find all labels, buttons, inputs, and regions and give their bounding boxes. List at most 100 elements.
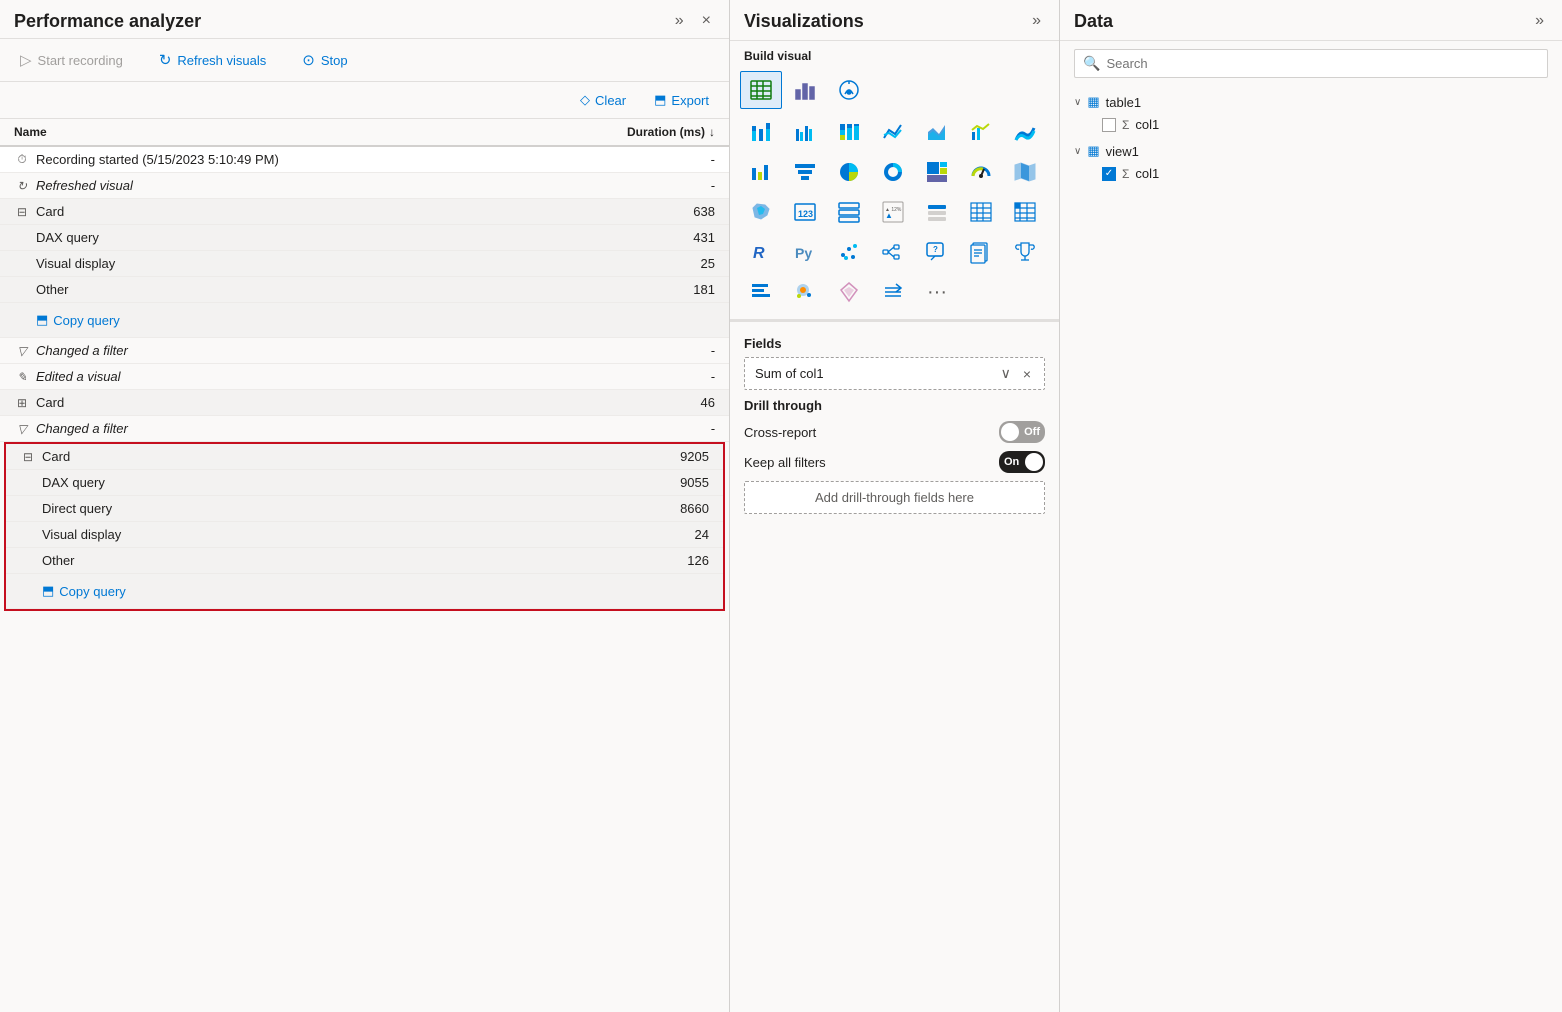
table2-viz-button[interactable] [960, 193, 1002, 231]
close-panel-button[interactable]: × [698, 10, 715, 32]
sigma-icon-2: Σ [1122, 167, 1129, 181]
kpi-viz-button[interactable]: ▲ 12%▲ [872, 193, 914, 231]
more-viz-button[interactable]: ··· [916, 273, 958, 311]
data-panel: Data » 🔍 ∨ ▦ table1 Σ col1 ∨ ▦ view1 [1060, 0, 1562, 1012]
field-icons: ∨ × [998, 364, 1034, 383]
filter-icon-2: ▽ [14, 422, 30, 436]
row-duration: - [575, 421, 715, 436]
table-row: ▽ Changed a filter - [0, 338, 729, 364]
area-chart-viz-button[interactable] [916, 113, 958, 151]
export-button[interactable]: ⬒ Export [648, 88, 715, 112]
viz-type-row-selected [730, 67, 1059, 109]
table1-header[interactable]: ∨ ▦ table1 [1074, 90, 1548, 114]
multirow-card-viz-button[interactable] [828, 193, 870, 231]
clustered-bar-viz-button[interactable] [784, 113, 826, 151]
toggle-knob [1001, 423, 1019, 441]
decomp-tree-viz-button[interactable] [872, 233, 914, 271]
stop-button[interactable]: ⊙ Stop [296, 47, 353, 73]
toolbar-row: ▷ Start recording ↻ Refresh visuals ⊙ St… [0, 39, 729, 82]
copy-query-button-1[interactable]: ⬒ Copy query [36, 308, 120, 332]
azure-map-viz-button[interactable] [784, 273, 826, 311]
row-name: ⬒ Copy query [36, 308, 575, 332]
table-row: ↻ Refreshed visual - [0, 173, 729, 199]
view1-group: ∨ ▦ view1 Σ col1 [1074, 139, 1548, 184]
search-input[interactable] [1106, 56, 1539, 71]
field-remove-button[interactable]: × [1020, 365, 1034, 383]
col-duration-header: Duration (ms) ↓ [575, 125, 715, 139]
search-box[interactable]: 🔍 [1074, 49, 1548, 78]
table-row: ⊟ Card 638 [0, 199, 729, 225]
bar-chart-viz-button[interactable] [784, 71, 826, 109]
matrix-viz-button[interactable] [1004, 193, 1046, 231]
row-name: Other [36, 282, 575, 297]
minus-icon-2: ⊟ [20, 450, 36, 464]
line-chart-viz-button[interactable] [872, 113, 914, 151]
view1-header[interactable]: ∨ ▦ view1 [1074, 139, 1548, 163]
treemap-viz-button[interactable] [916, 153, 958, 191]
100pct-bar-viz-button[interactable] [828, 113, 870, 151]
expand-panel-button[interactable]: » [671, 10, 688, 32]
table1-col1-checkbox[interactable] [1102, 118, 1116, 132]
trophy-viz-button[interactable] [1004, 233, 1046, 271]
start-recording-button[interactable]: ▷ Start recording [14, 47, 129, 73]
bar-chart2-viz-button[interactable] [740, 273, 782, 311]
clear-icon: ◇ [580, 92, 590, 108]
row-duration: - [575, 369, 715, 384]
row-name: ↻ Refreshed visual [14, 178, 575, 193]
row-duration: 24 [569, 527, 709, 542]
keep-filters-row: Keep all filters On [744, 451, 1045, 473]
analytics-viz-button[interactable] [828, 71, 870, 109]
shape-map-viz-button[interactable] [740, 193, 782, 231]
qa-viz-button[interactable]: ? [916, 233, 958, 271]
toggle-knob-on [1025, 453, 1043, 471]
fields-area: Sum of col1 ∨ × [744, 357, 1045, 390]
ribbon-chart-viz-button[interactable] [1004, 113, 1046, 151]
view1-col1-checkbox[interactable] [1102, 167, 1116, 181]
col-name-header: Name [14, 125, 575, 139]
viz-panel-header: Visualizations » [730, 0, 1059, 41]
stacked-bar-viz-button[interactable] [740, 113, 782, 151]
scatter-viz-button[interactable] [828, 233, 870, 271]
fields-section-label: Fields [730, 326, 1059, 357]
drill-through-section: Drill through Cross-report Off Keep all … [730, 390, 1059, 522]
toggle-on-label: On [1004, 456, 1019, 468]
play-icon: ▷ [20, 51, 32, 69]
donut-chart-viz-button[interactable] [872, 153, 914, 191]
table-row: ⬒ Copy query [0, 303, 729, 338]
funnel-viz-button[interactable] [784, 153, 826, 191]
table-row: ⬒ Copy query [6, 574, 723, 609]
python-viz-button[interactable]: Py [784, 233, 826, 271]
copy-query-button-2[interactable]: ⬒ Copy query [42, 579, 126, 603]
r-visual-viz-button[interactable]: R [740, 233, 782, 271]
chevron-down-icon: ∨ [1074, 97, 1081, 108]
pie-chart-viz-button[interactable] [828, 153, 870, 191]
card-viz-button[interactable]: 123 [784, 193, 826, 231]
waterfall-viz-button[interactable] [740, 153, 782, 191]
table-row: Other 126 [6, 548, 723, 574]
row-duration: 431 [575, 230, 715, 245]
slicer-viz-button[interactable] [916, 193, 958, 231]
clear-button[interactable]: ◇ Clear [574, 88, 632, 112]
field-expand-button[interactable]: ∨ [998, 364, 1014, 383]
table-row: Visual display 25 [0, 251, 729, 277]
row-name: ⊟ Card [14, 204, 575, 219]
paginated-viz-button[interactable] [960, 233, 1002, 271]
row-duration: 46 [575, 395, 715, 410]
row-name: ⬒ Copy query [42, 579, 569, 603]
line-clustered-viz-button[interactable] [960, 113, 1002, 151]
cross-report-toggle[interactable]: Off [999, 421, 1045, 443]
panel-header: Performance analyzer » × [0, 0, 729, 39]
expand-data-button[interactable]: » [1531, 10, 1548, 32]
gauge-viz-button[interactable] [960, 153, 1002, 191]
field-tag: Sum of col1 [755, 366, 998, 381]
refresh-visuals-button[interactable]: ↻ Refresh visuals [153, 47, 272, 73]
diamond-viz-button[interactable] [828, 273, 870, 311]
expand-viz-button[interactable]: » [1028, 10, 1045, 32]
map-viz-button[interactable] [1004, 153, 1046, 191]
keep-filters-toggle[interactable]: On [999, 451, 1045, 473]
drill-through-fields-placeholder[interactable]: Add drill-through fields here [744, 481, 1045, 514]
table1-col1-item: Σ col1 [1074, 114, 1548, 135]
arrow-viz-button[interactable] [872, 273, 914, 311]
table-viz-button[interactable] [740, 71, 782, 109]
sigma-icon: Σ [1122, 118, 1129, 132]
